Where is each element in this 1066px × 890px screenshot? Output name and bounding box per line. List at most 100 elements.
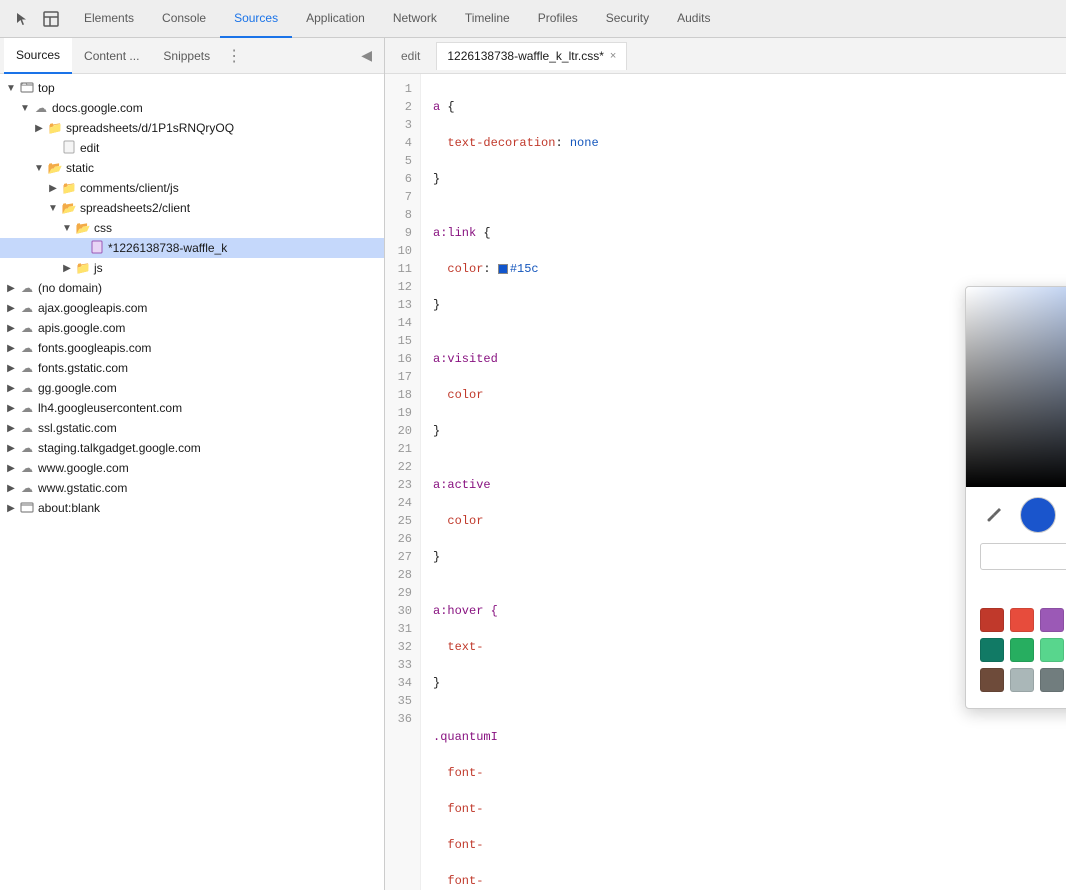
back-arrow-button[interactable]: ◀ <box>353 47 380 64</box>
tree-item-ssl[interactable]: ▶ ☁ ssl.gstatic.com <box>0 418 384 438</box>
tree-arrow: ▶ <box>4 503 18 514</box>
tree-item-js[interactable]: ▶ 📁 js <box>0 258 384 278</box>
cursor-icon[interactable] <box>12 8 34 30</box>
tree-item-docs-google[interactable]: ▼ ☁ docs.google.com <box>0 98 384 118</box>
layout-icon[interactable] <box>40 8 62 30</box>
sources-subtab-snippets[interactable]: Snippets <box>151 38 222 74</box>
folder-icon: 📁 <box>46 121 64 135</box>
swatch[interactable] <box>1040 638 1064 662</box>
tree-item-css[interactable]: ▼ 📂 css <box>0 218 384 238</box>
tree-item-label-no-domain: (no domain) <box>38 281 102 295</box>
tab-timeline[interactable]: Timeline <box>451 0 524 38</box>
tree-item-waffle-css[interactable]: *1226138738-waffle_k <box>0 238 384 258</box>
tree-item-spreadsheets2[interactable]: ▼ 📂 spreadsheets2/client <box>0 198 384 218</box>
tree-arrow: ▼ <box>4 83 18 94</box>
tree-arrow: ▶ <box>46 183 60 194</box>
tree-arrow: ▶ <box>4 363 18 374</box>
swatches-row-1: ▲ ▼ <box>966 608 1066 632</box>
editor-tabs-bar: edit 1226138738-waffle_k_ltr.css* × <box>385 38 1066 74</box>
swatch[interactable] <box>1040 608 1064 632</box>
tree-arrow: ▶ <box>60 263 74 274</box>
tree-arrow: ▶ <box>4 403 18 414</box>
tree-arrow: ▶ <box>4 443 18 454</box>
file-tree: ▼ top ▼ ☁ docs.google.com ▶ 📁 spreadshee… <box>0 74 384 890</box>
tab-security[interactable]: Security <box>592 0 663 38</box>
tab-sources[interactable]: Sources <box>220 0 292 38</box>
tree-item-edit[interactable]: edit <box>0 138 384 158</box>
domain-icon: ☁ <box>18 401 36 415</box>
tree-item-label-staging: staging.talkgadget.google.com <box>38 441 201 455</box>
color-swatch-15c[interactable] <box>498 264 508 274</box>
tab-console[interactable]: Console <box>148 0 220 38</box>
tree-arrow: ▼ <box>32 163 46 174</box>
tree-item-comments[interactable]: ▶ 📁 comments/client/js <box>0 178 384 198</box>
tree-arrow: ▶ <box>4 463 18 474</box>
tree-arrow: ▶ <box>4 303 18 314</box>
tree-arrow: ▶ <box>4 423 18 434</box>
tree-item-label-comments: comments/client/js <box>80 181 179 195</box>
domain-icon: ☁ <box>18 361 36 375</box>
tab-elements[interactable]: Elements <box>70 0 148 38</box>
editor-tab-close-button[interactable]: × <box>610 50 616 62</box>
tree-arrow: ▶ <box>32 123 46 134</box>
domain-icon: ☁ <box>32 101 50 115</box>
domain-icon: ☁ <box>18 321 36 335</box>
tree-item-www-gstatic[interactable]: ▶ ☁ www.gstatic.com <box>0 478 384 498</box>
tree-item-gg-google[interactable]: ▶ ☁ gg.google.com <box>0 378 384 398</box>
swatch[interactable] <box>1010 608 1034 632</box>
swatch[interactable] <box>1010 668 1034 692</box>
eyedropper-button[interactable] <box>980 501 1008 529</box>
tree-arrow: ▶ <box>4 343 18 354</box>
swatch[interactable] <box>980 668 1004 692</box>
tree-item-label-spreadsheets-dir: spreadsheets/d/1P1sRNQryOQ <box>66 121 234 135</box>
tree-arrow: ▼ <box>60 223 74 234</box>
tree-item-www-google[interactable]: ▶ ☁ www.google.com <box>0 458 384 478</box>
tree-item-apis[interactable]: ▶ ☁ apis.google.com <box>0 318 384 338</box>
tab-profiles[interactable]: Profiles <box>524 0 592 38</box>
color-gradient-area[interactable] <box>966 287 1066 487</box>
tree-item-top[interactable]: ▼ top <box>0 78 384 98</box>
swatch[interactable] <box>980 608 1004 632</box>
tree-item-lh4[interactable]: ▶ ☁ lh4.googleusercontent.com <box>0 398 384 418</box>
tree-item-label-css: css <box>94 221 112 235</box>
folder-open-icon <box>18 80 36 97</box>
more-tabs-button[interactable]: ⋮ <box>226 46 242 66</box>
tree-item-label-docs: docs.google.com <box>52 101 143 115</box>
domain-icon: ☁ <box>18 481 36 495</box>
folder-open-icon: 📂 <box>60 201 78 215</box>
tab-network[interactable]: Network <box>379 0 451 38</box>
css-file-icon <box>88 240 106 257</box>
swatch[interactable] <box>980 638 1004 662</box>
tree-item-label-lh4: lh4.googleusercontent.com <box>38 401 182 415</box>
tree-arrow: ▶ <box>4 383 18 394</box>
tree-item-about-blank[interactable]: ▶ about:blank <box>0 498 384 518</box>
code-editor[interactable]: 12345 678910 1112131415 1617181920 21222… <box>385 74 1066 890</box>
editor-nav-label: edit <box>393 49 428 63</box>
folder-open-icon: 📂 <box>46 161 64 175</box>
swatch[interactable] <box>1040 668 1064 692</box>
tree-item-static[interactable]: ▼ 📂 static <box>0 158 384 178</box>
hex-input-field[interactable] <box>991 549 1066 564</box>
color-controls-row <box>980 497 1066 533</box>
tree-item-staging[interactable]: ▶ ☁ staging.talkgadget.google.com <box>0 438 384 458</box>
tree-item-no-domain[interactable]: ▶ ☁ (no domain) <box>0 278 384 298</box>
tree-arrow: ▶ <box>4 483 18 494</box>
tab-application[interactable]: Application <box>292 0 379 38</box>
hex-input-container[interactable] <box>980 543 1066 570</box>
sources-subtab-content[interactable]: Content ... <box>72 38 151 74</box>
tab-audits[interactable]: Audits <box>663 0 724 38</box>
tree-item-label-fonts-gapis: fonts.googleapis.com <box>38 341 151 355</box>
tree-item-spreadsheets-dir[interactable]: ▶ 📁 spreadsheets/d/1P1sRNQryOQ <box>0 118 384 138</box>
tree-item-ajax[interactable]: ▶ ☁ ajax.googleapis.com <box>0 298 384 318</box>
tree-item-fonts-gstatic[interactable]: ▶ ☁ fonts.gstatic.com <box>0 358 384 378</box>
editor-tab-file[interactable]: 1226138738-waffle_k_ltr.css* × <box>436 42 627 70</box>
gradient-dark <box>966 287 1066 487</box>
folder-open-icon: 📂 <box>74 221 92 235</box>
right-panel: edit 1226138738-waffle_k_ltr.css* × 1234… <box>385 38 1066 890</box>
blank-folder-icon <box>18 500 36 517</box>
file-icon <box>60 140 78 157</box>
swatch[interactable] <box>1010 638 1034 662</box>
tree-item-fonts-gapis[interactable]: ▶ ☁ fonts.googleapis.com <box>0 338 384 358</box>
tree-arrow: ▶ <box>4 323 18 334</box>
sources-subtab-sources[interactable]: Sources <box>4 38 72 74</box>
